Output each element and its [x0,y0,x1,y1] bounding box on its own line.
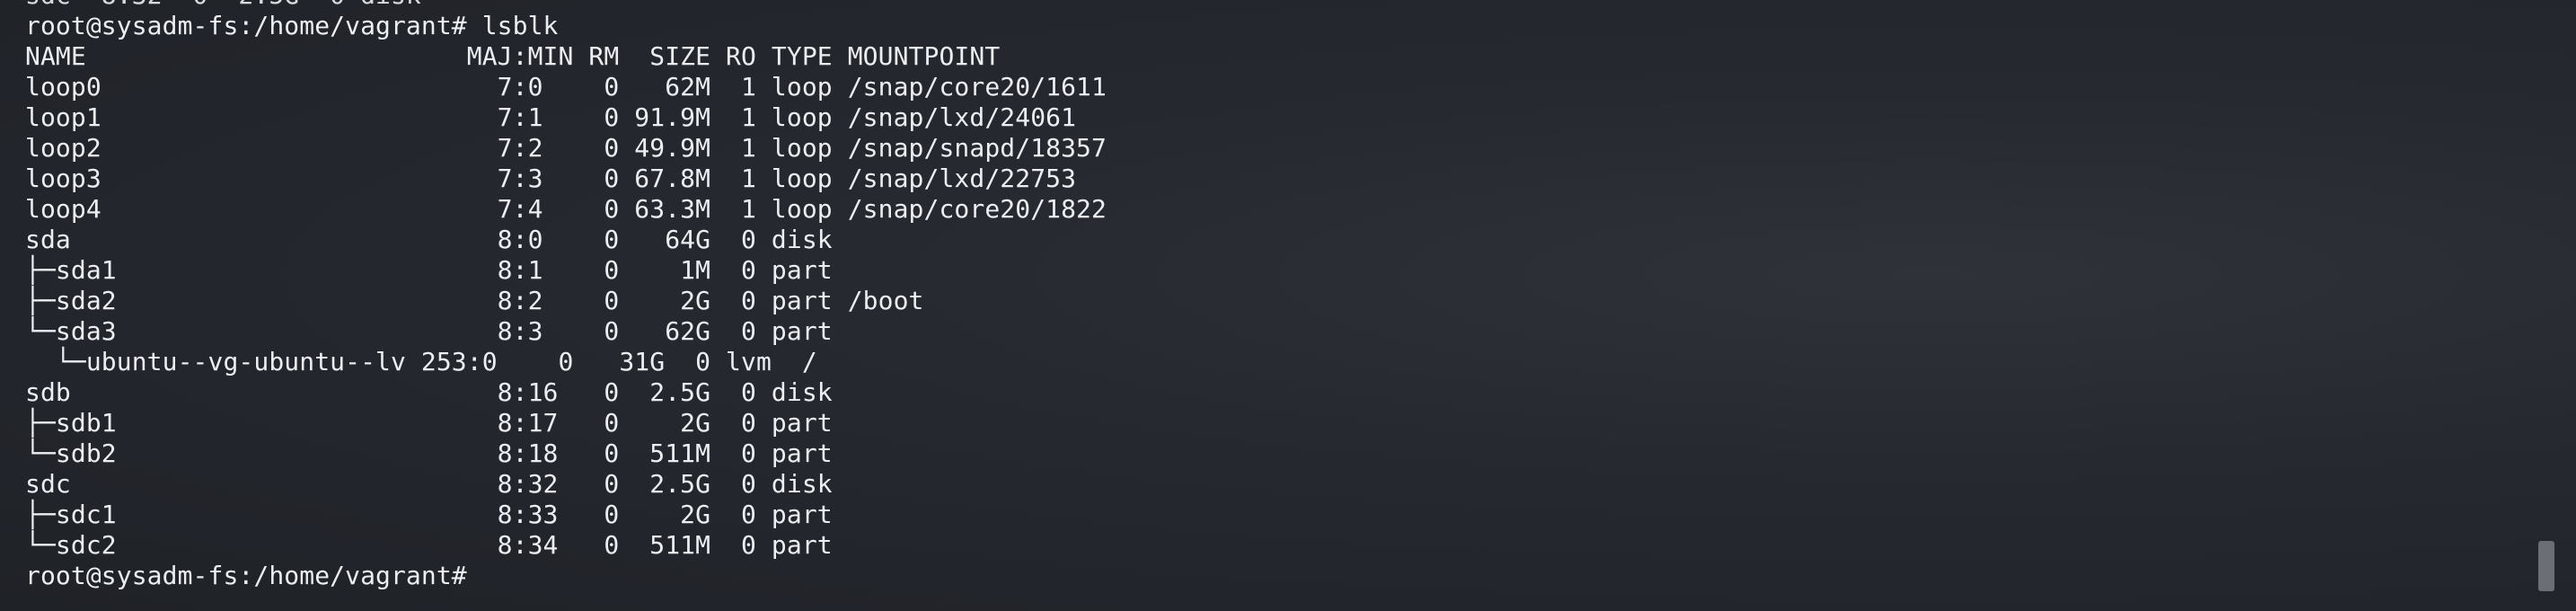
terminal-line: ├─sda1 8:1 0 1M 0 part [25,255,833,285]
terminal-line: └─ubuntu--vg-ubuntu--lv 253:0 0 31G 0 lv… [25,347,817,376]
terminal-line: ├─sdb1 8:17 0 2G 0 part [25,408,833,438]
terminal-line: NAME MAJ:MIN RM SIZE RO TYPE MOUNTPOINT [25,41,1001,71]
terminal-line: ├─sdc1 8:33 0 2G 0 part [25,500,833,529]
terminal-line: └─sda3 8:3 0 62G 0 part [25,316,833,346]
terminal-line: sdc 8:32 0 2.5G 0 disk [25,0,1107,11]
vertical-scrollbar[interactable] [2536,0,2556,611]
terminal-output: sdc 8:32 0 2.5G 0 disk root@sysadm-fs:/h… [25,0,1107,591]
scrollbar-thumb[interactable] [2538,541,2554,591]
text-cursor [482,564,497,589]
terminal-line: └─sdb2 8:18 0 511M 0 part [25,438,833,468]
terminal-line: └─sdc2 8:34 0 511M 0 part [25,530,833,560]
terminal-line: loop4 7:4 0 63.3M 1 loop /snap/core20/18… [25,194,1107,224]
terminal-line: sdb 8:16 0 2.5G 0 disk [25,377,833,407]
terminal-window[interactable]: sdc 8:32 0 2.5G 0 disk root@sysadm-fs:/h… [0,0,2576,611]
terminal-line: loop1 7:1 0 91.9M 1 loop /snap/lxd/24061 [25,102,1077,132]
terminal-line: loop3 7:3 0 67.8M 1 loop /snap/lxd/22753 [25,164,1077,193]
terminal-prompt[interactable]: root@sysadm-fs:/home/vagrant# [25,561,1107,591]
terminal-line: ├─sda2 8:2 0 2G 0 part /boot [25,286,924,315]
terminal-line: loop2 7:2 0 49.9M 1 loop /snap/snapd/183… [25,133,1107,163]
terminal-line: loop0 7:0 0 62M 1 loop /snap/core20/1611 [25,72,1107,102]
prompt-text: root@sysadm-fs:/home/vagrant# [25,561,482,590]
terminal-line: root@sysadm-fs:/home/vagrant# lsblk [25,11,559,40]
terminal-line: sda 8:0 0 64G 0 disk [25,225,833,254]
terminal-line: sdc 8:32 0 2.5G 0 disk [25,469,833,499]
